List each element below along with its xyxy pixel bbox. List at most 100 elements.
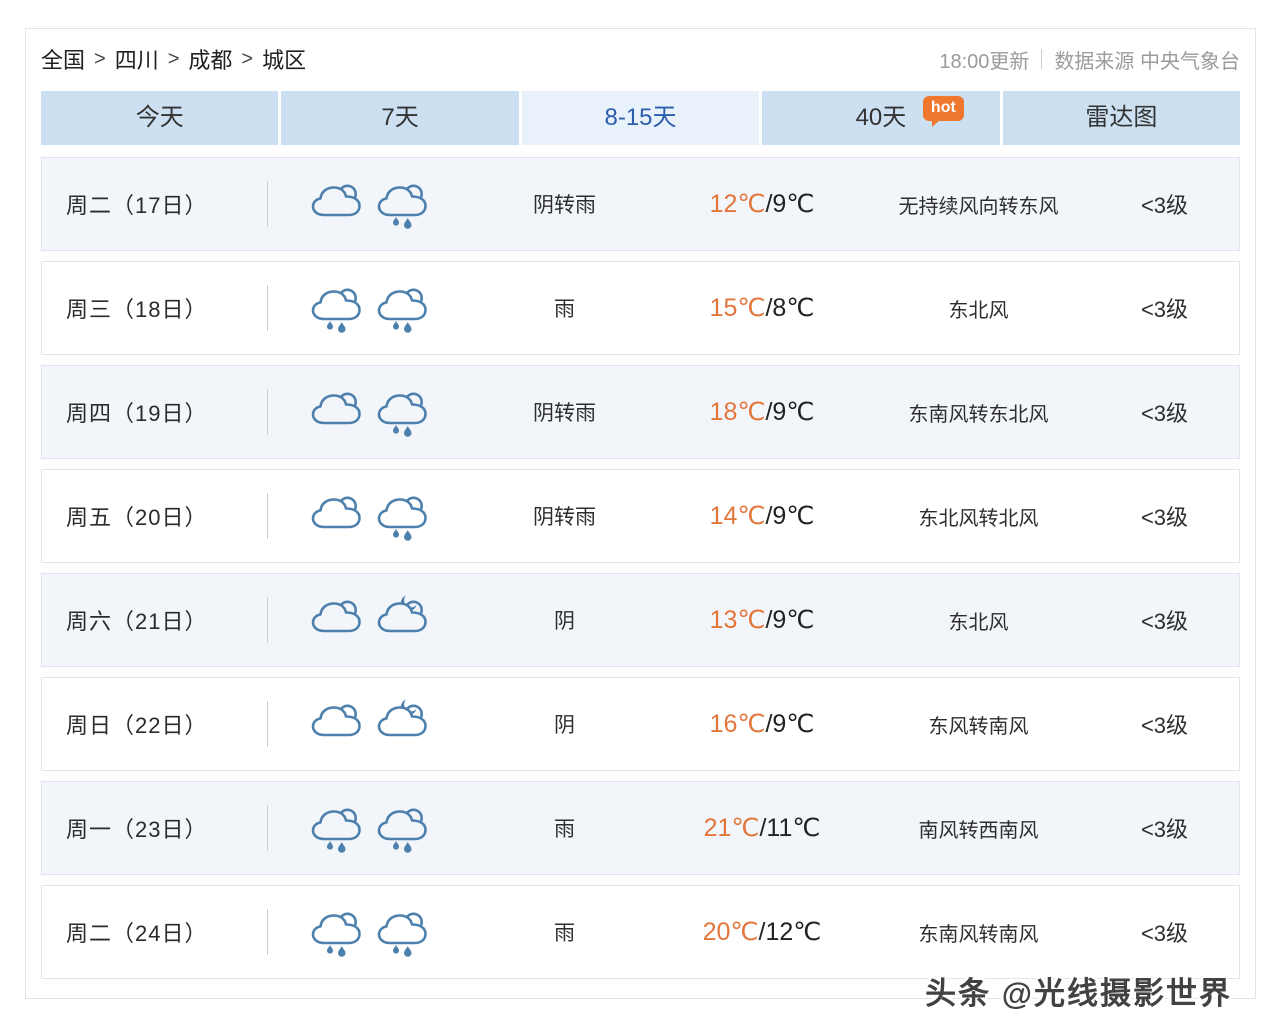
wind-direction: 东南风转东北风: [908, 403, 1049, 426]
temperature: 16℃/9℃: [657, 709, 867, 739]
tab-label: 雷达图: [1085, 104, 1158, 131]
temperature: 14℃/9℃: [657, 501, 867, 531]
temperature: 12℃/9℃: [657, 189, 867, 219]
tab-label: 今天: [135, 104, 184, 131]
update-time: 18:00更新: [939, 50, 1030, 73]
overcast-night-icon: [375, 593, 431, 647]
weather-icons: [268, 489, 472, 543]
breadcrumb: 全国 > 四川 > 成都 > 城区: [41, 43, 306, 75]
rain-icon: [309, 905, 365, 959]
meta-divider: [1041, 49, 1043, 69]
rain-icon: [375, 385, 431, 439]
temp-high: 12℃: [709, 190, 766, 218]
tab-bar: 今天 7天 8-15天 40天 hot 雷达图: [41, 91, 1241, 145]
wind-level: <3级: [1140, 921, 1189, 946]
weather-icons: [268, 281, 472, 335]
weather-text: 雨: [554, 818, 575, 841]
weather-text: 阴转雨: [533, 506, 596, 529]
rain-icon: [375, 177, 431, 231]
temp-low: 9℃: [772, 606, 815, 634]
wind-level: <3级: [1140, 193, 1189, 218]
tab-2[interactable]: 7天: [281, 91, 519, 145]
rain-icon: [375, 489, 431, 543]
day-label: 周四（19日）: [66, 401, 208, 426]
day-label: 周日（22日）: [66, 713, 208, 738]
forecast-row: 周一（23日） 雨 21℃/11℃ 南风转西南风 <3级: [41, 781, 1240, 875]
wind-direction: 无持续风向转东风: [898, 195, 1059, 218]
hot-badge: hot: [922, 96, 964, 127]
forecast-row: 周六（21日） 阴 13℃/9℃ 东北风 <3级: [41, 573, 1240, 667]
temp-high: 14℃: [709, 502, 766, 530]
temperature: 13℃/9℃: [657, 605, 867, 635]
tab-4[interactable]: 40天 hot: [762, 91, 1000, 145]
tab-1[interactable]: 今天: [41, 91, 279, 145]
temp-low: 8℃: [772, 294, 815, 322]
temp-high: 21℃: [703, 814, 760, 842]
rain-icon: [375, 281, 431, 335]
weather-text: 阴: [554, 610, 575, 633]
temp-high: 20℃: [702, 918, 759, 946]
weather-icons: [268, 177, 472, 231]
temp-low: 11℃: [766, 814, 821, 842]
wind-direction: 东北风: [948, 611, 1009, 634]
tab-label: 8-15天: [604, 104, 677, 131]
temperature: 15℃/8℃: [657, 293, 867, 323]
temperature: 18℃/9℃: [657, 397, 867, 427]
forecast-row: 周二（17日） 阴转雨 12℃/9℃ 无持续风向转东风 <3级: [41, 157, 1240, 251]
weather-icons: [268, 905, 472, 959]
weather-panel: 全国 > 四川 > 成都 > 城区 18:00更新 数据来源 中央气象台 今天 7天 8-15天…: [25, 28, 1256, 999]
watermark: 头条 @光线摄影世界: [925, 976, 1232, 1011]
temp-low: 9℃: [772, 710, 815, 738]
overcast-icon: [309, 177, 365, 231]
breadcrumb-separator: >: [94, 47, 106, 70]
wind-level: <3级: [1140, 297, 1189, 322]
weather-text: 阴转雨: [533, 402, 596, 425]
breadcrumb-separator: >: [241, 47, 254, 70]
overcast-icon: [309, 697, 365, 751]
day-label: 周六（21日）: [66, 609, 208, 634]
temp-low: 9℃: [772, 502, 815, 530]
wind-level: <3级: [1140, 505, 1189, 530]
weather-text: 阴: [554, 714, 575, 737]
rain-icon: [309, 281, 365, 335]
overcast-night-icon: [375, 697, 431, 751]
weather-icons: [268, 385, 472, 439]
breadcrumb-separator: >: [167, 47, 180, 70]
weather-text: 雨: [554, 298, 575, 321]
temperature: 20℃/12℃: [657, 917, 867, 947]
breadcrumb-item[interactable]: 城区: [262, 43, 306, 75]
weather-icons: [268, 593, 472, 647]
tab-3[interactable]: 8-15天: [521, 91, 760, 145]
breadcrumb-item[interactable]: 全国: [41, 43, 85, 75]
rain-icon: [309, 801, 365, 855]
header: 全国 > 四川 > 成都 > 城区 18:00更新 数据来源 中央气象台: [41, 37, 1240, 81]
wind-level: <3级: [1140, 609, 1189, 634]
forecast-row: 周日（22日） 阴 16℃/9℃ 东风转南风 <3级: [41, 677, 1240, 771]
forecast-row: 周五（20日） 阴转雨 14℃/9℃ 东北风转北风 <3级: [41, 469, 1240, 563]
rain-icon: [375, 801, 431, 855]
forecast-list: 周二（17日） 阴转雨 12℃/9℃ 无持续风向转东风 <3级 周三（18日）雨 15℃/8…: [41, 157, 1240, 979]
rain-icon: [375, 905, 431, 959]
weather-text: 雨: [554, 922, 575, 945]
temp-high: 15℃: [709, 294, 766, 322]
temp-low: 9℃: [772, 190, 815, 218]
temp-low: 12℃: [765, 918, 822, 946]
wind-direction: 南风转西南风: [918, 819, 1039, 842]
wind-level: <3级: [1140, 713, 1189, 738]
weather-icons: [268, 697, 472, 751]
temp-high: 13℃: [709, 606, 766, 634]
tab-label: 7天: [381, 104, 419, 131]
weather-icons: [268, 801, 472, 855]
day-label: 周一（23日）: [66, 817, 208, 842]
breadcrumb-item[interactable]: 成都: [188, 43, 232, 75]
temp-high: 16℃: [709, 710, 766, 738]
forecast-row: 周四（19日） 阴转雨 18℃/9℃ 东南风转东北风 <3级: [41, 365, 1240, 459]
tab-label: 40天: [855, 104, 907, 131]
wind-direction: 东南风转南风: [918, 923, 1039, 946]
data-source: 数据来源 中央气象台: [1054, 50, 1240, 73]
overcast-icon: [309, 489, 365, 543]
temp-low: 9℃: [772, 398, 815, 426]
tab-5[interactable]: 雷达图: [1002, 91, 1241, 145]
day-label: 周三（18日）: [66, 297, 208, 322]
breadcrumb-item[interactable]: 四川: [115, 43, 159, 75]
